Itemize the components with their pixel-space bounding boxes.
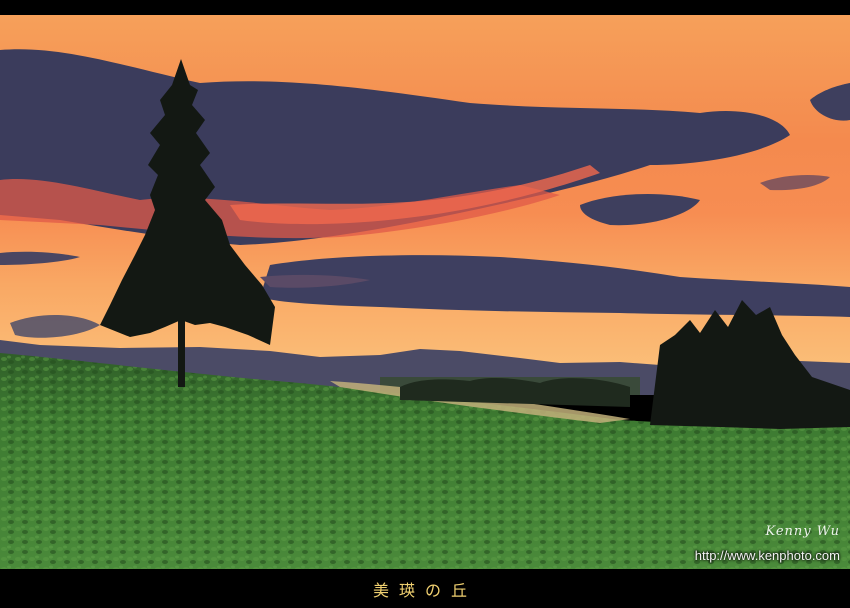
photo-caption: 美瑛の丘 [372,580,477,600]
website-url-watermark: http://www.kenphoto.com [694,548,840,563]
sunset-landscape-image [0,15,850,569]
landscape-photo: Kenny Wu http://www.kenphoto.com [0,15,850,569]
photo-frame: Kenny Wu http://www.kenphoto.com 美瑛の丘 [0,0,850,608]
photographer-signature: Kenny Wu [765,524,840,539]
